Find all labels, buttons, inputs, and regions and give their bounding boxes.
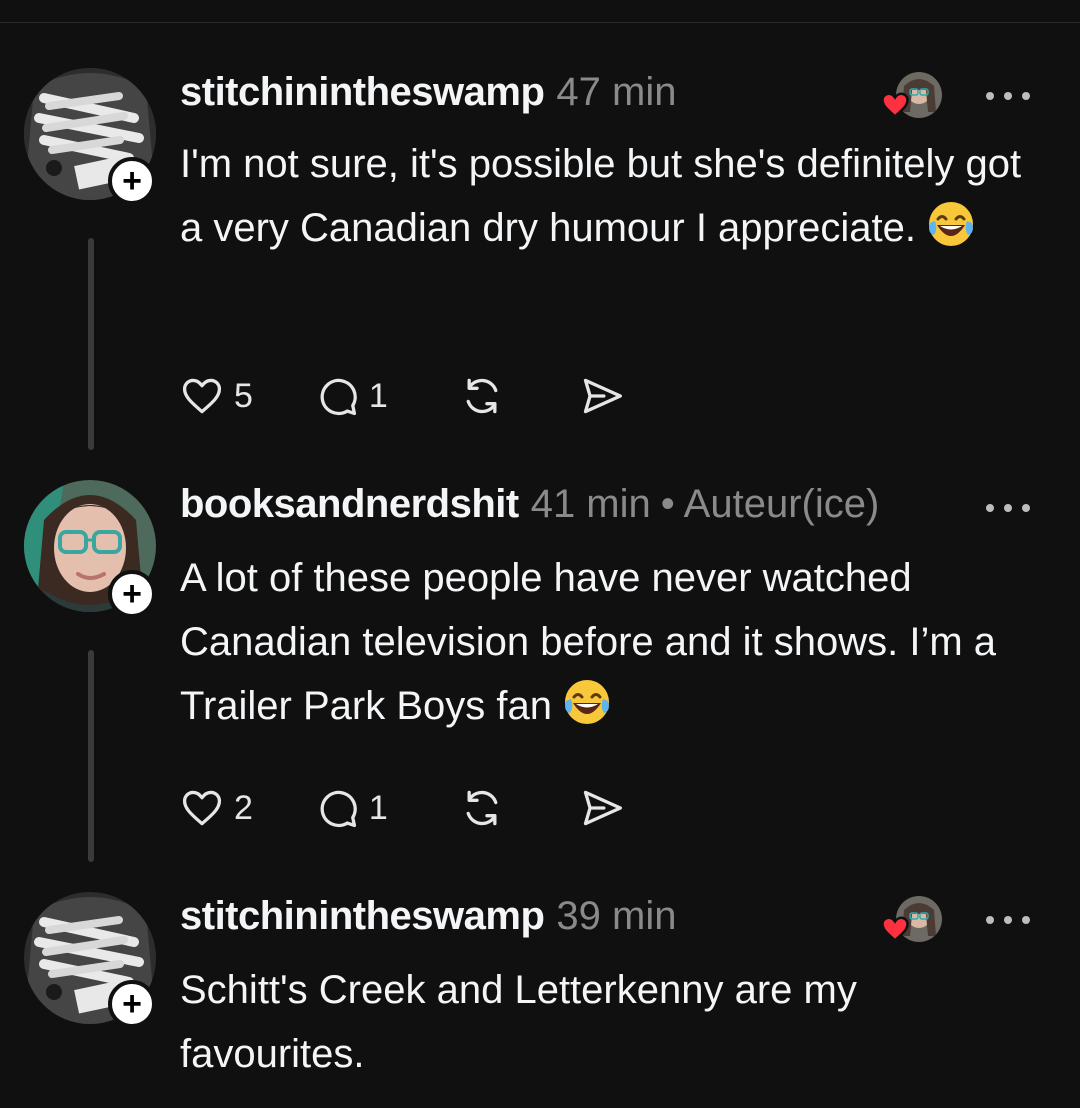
post-header: stitchinintheswamp 39 min — [180, 894, 676, 946]
face-with-tears-of-joy-icon — [926, 199, 976, 249]
more-options-button[interactable] — [986, 910, 1030, 930]
thread-line — [88, 238, 94, 450]
heart-icon — [881, 916, 909, 942]
reply-button[interactable]: 1 — [315, 374, 388, 418]
heart-icon — [881, 92, 909, 118]
like-count: 2 — [234, 788, 253, 827]
reply-count: 1 — [368, 376, 388, 415]
repost-icon — [466, 378, 498, 414]
reply-count: 1 — [368, 788, 388, 827]
reply-button[interactable]: 1 — [315, 786, 388, 830]
post-actions: 5 1 — [180, 368, 626, 424]
heart-outline-icon — [182, 378, 222, 414]
liked-by-author-indicator — [880, 896, 944, 952]
post-header: stitchinintheswamp 47 min — [180, 70, 676, 122]
like-button[interactable]: 2 — [180, 786, 253, 830]
post-text-content: I'm not sure, it's possible but she's de… — [180, 142, 1022, 250]
follow-plus-button[interactable]: + — [108, 980, 156, 1028]
post-header: booksandnerdshit 41 min • Auteur(ice) — [180, 482, 879, 534]
more-options-button[interactable] — [986, 498, 1030, 518]
username[interactable]: stitchinintheswamp — [180, 894, 545, 939]
share-icon — [583, 790, 622, 826]
timestamp: 47 min — [556, 70, 677, 114]
username[interactable]: stitchinintheswamp — [180, 70, 545, 115]
post-text: Schitt's Creek and Letterkenny are my fa… — [180, 958, 1050, 1086]
post-text-content: Schitt's Creek and Letterkenny are my fa… — [180, 968, 857, 1076]
share-button[interactable] — [578, 786, 626, 830]
timestamp: 41 min — [530, 482, 651, 526]
top-divider — [0, 22, 1080, 23]
follow-plus-button[interactable]: + — [108, 157, 156, 205]
thread-line — [88, 650, 94, 862]
repost-icon — [466, 790, 498, 826]
like-count: 5 — [234, 376, 253, 415]
comment-icon — [320, 378, 357, 416]
liked-by-author-indicator — [880, 72, 944, 128]
repost-button[interactable] — [460, 374, 504, 418]
post-actions: 2 1 — [180, 780, 626, 836]
post-text: I'm not sure, it's possible but she's de… — [180, 132, 1050, 260]
like-button[interactable]: 5 — [180, 374, 253, 418]
timestamp: 39 min — [556, 894, 677, 938]
post-text: A lot of these people have never watched… — [180, 546, 1050, 738]
author-label: • Auteur(ice) — [660, 482, 880, 526]
share-icon — [583, 378, 622, 414]
follow-plus-button[interactable]: + — [108, 570, 156, 618]
face-with-tears-of-joy-icon — [562, 677, 612, 727]
share-button[interactable] — [578, 374, 626, 418]
username[interactable]: booksandnerdshit — [180, 482, 519, 527]
more-options-button[interactable] — [986, 86, 1030, 106]
heart-outline-icon — [182, 790, 222, 826]
comment-icon — [320, 790, 357, 828]
repost-button[interactable] — [460, 786, 504, 830]
